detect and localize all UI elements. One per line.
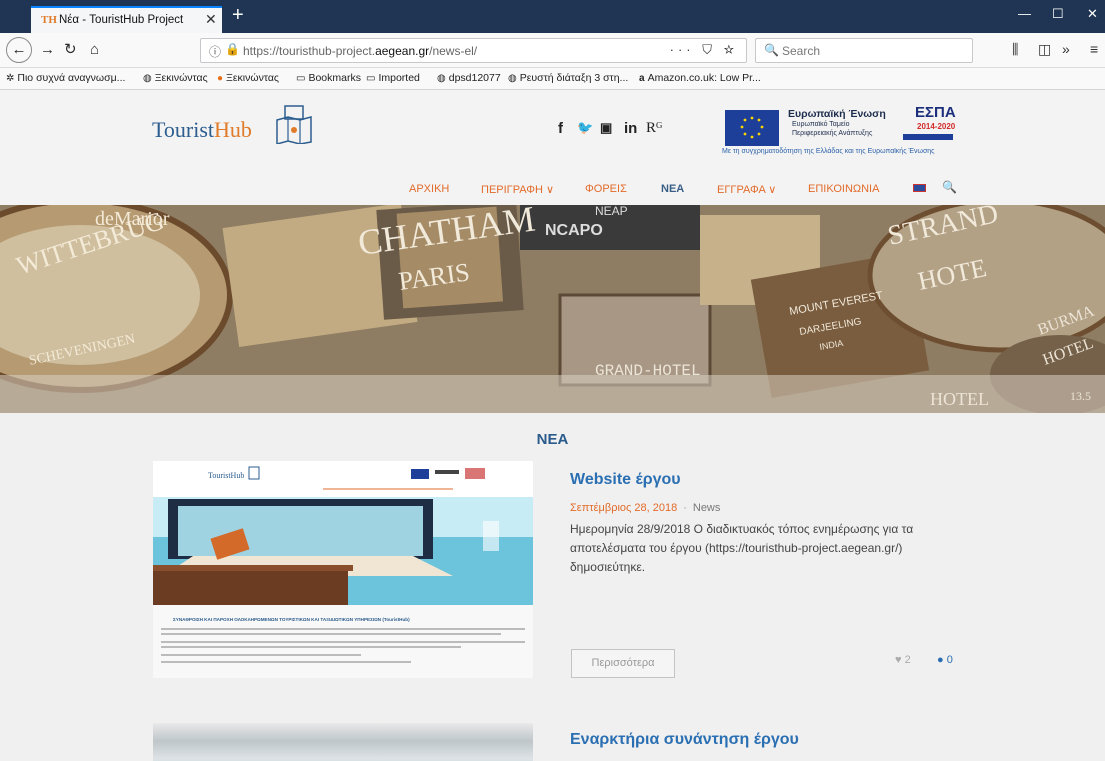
bookmark-most-visited[interactable]: ✲ Πιο συχνά αναγνωσμ... (6, 72, 125, 84)
svg-text:ΣΥΝΑΘΡΟΙΣΗ ΚΑΙ ΠΑΡΟΧΗ ΟΛΟΚΛΗΡΩ: ΣΥΝΑΘΡΟΙΣΗ ΚΑΙ ΠΑΡΟΧΗ ΟΛΟΚΛΗΡΩΜΕΝΩΝ ΤΟΥΡ… (173, 617, 410, 622)
facebook-icon[interactable]: f (558, 120, 563, 137)
sidebar-icon[interactable]: ◫ (1038, 41, 1051, 58)
hamburger-menu-icon[interactable]: ≡ (1090, 41, 1098, 57)
eu-fund-line2: Περιφερειακής Ανάπτυξης (792, 130, 873, 137)
minimize-icon[interactable]: — (1018, 6, 1031, 21)
hero-sign-number: 13.5 (1070, 389, 1091, 403)
eu-fund-line1: Ευρωπαϊκό Ταμείο (792, 121, 850, 128)
page-actions-icon[interactable]: ··· ⛉ ☆ (670, 42, 738, 58)
gear-icon: ✲ (6, 73, 15, 84)
espa-logo: ΕΣΠΑ (915, 104, 956, 121)
comment-icon: ● (937, 654, 944, 666)
bookmark-dpsd12077[interactable]: ◍ dpsd12077 (437, 72, 501, 84)
read-more-button[interactable]: Περισσότερα (571, 649, 675, 678)
researchgate-icon[interactable]: Rᴳ (646, 120, 663, 137)
globe-icon: ◍ (437, 73, 446, 84)
tab-title: Νέα - TouristHub Project (59, 14, 184, 26)
info-icon[interactable]: ⓘ (209, 43, 221, 60)
bookmark-amazon[interactable]: a Amazon.co.uk: Low Pr... (639, 72, 761, 84)
forward-button[interactable]: → (40, 39, 55, 61)
folder-icon: ▭ (366, 73, 376, 84)
bookmark-folder-bookmarks[interactable]: ▭ Bookmarks (296, 72, 361, 84)
site-header: TouristHub f 🐦 ▣ in Rᴳ Ευρωπαϊκή Ένωση Ε… (0, 90, 1105, 205)
navigation-toolbar: ← → ↻ ⌂ ⓘ 🔒 https://touristhub-project.a… (0, 33, 1105, 68)
meta-separator: · (683, 502, 687, 514)
back-button[interactable]: ← (6, 37, 32, 63)
site-search-icon[interactable]: 🔍 (942, 180, 957, 194)
active-tab[interactable]: TH Νέα - TouristHub Project ✕ (31, 6, 222, 33)
likes-counter[interactable]: ♥ 2 (895, 654, 911, 666)
amazon-icon: a (639, 73, 645, 84)
bookmark-getting-started-2[interactable]: ● Ξεκινώντας (217, 72, 279, 84)
hero-sign-hotel: HOTEL (930, 389, 989, 409)
lock-icon: 🔒 (225, 42, 240, 56)
heart-icon: ♥ (895, 654, 902, 666)
url-text[interactable]: https://touristhub-project.aegean.gr/new… (243, 44, 477, 58)
new-tab-button[interactable]: + (232, 4, 244, 26)
bookmark-getting-started-1[interactable]: ◍ Ξεκινώντας (143, 72, 208, 84)
hero-sign-neap: NEAP (595, 205, 628, 218)
website-screenshot-image: TouristHub ΣΥΝΑΘΡΟΙΣΗ ΚΑΙ ΠΑΡΟΧΗ ΟΛΟΚΛΗΡ… (153, 461, 533, 678)
bookmark-folder-imported[interactable]: ▭ Imported (366, 72, 420, 84)
tab-close-icon[interactable]: ✕ (205, 11, 217, 28)
globe-icon: ◍ (143, 73, 152, 84)
library-icon[interactable]: ⫼ (1012, 41, 1018, 58)
firefox-icon: ● (217, 73, 224, 84)
uk-flag-icon[interactable] (913, 184, 926, 192)
folder-icon: ▭ (296, 73, 306, 84)
hero-luggage-labels: CHATHAM PARIS WITTEBRUG deMarior SCHEVEN… (0, 205, 1105, 413)
bookmark-fluid-layout[interactable]: ◍ Ρευστή διάταξη 3 στη... (508, 72, 628, 84)
post-excerpt: Ημερομηνία 28/9/2018 Ο διαδικτυακός τόπο… (570, 522, 914, 574)
menu-description[interactable]: ΠΕΡΙΓΡΑΦΗ ∨ (481, 183, 554, 196)
tab-bar: TH Νέα - TouristHub Project ✕ + — ☐ ✕ (0, 0, 1105, 33)
post-title[interactable]: Website έργου (570, 471, 681, 489)
hero-banner: CHATHAM PARIS WITTEBRUG deMarior SCHEVEN… (0, 205, 1105, 413)
youtube-icon[interactable]: ▣ (600, 120, 612, 136)
post-thumbnail[interactable]: TouristHub ΣΥΝΑΘΡΟΙΣΗ ΚΑΙ ΠΑΡΟΧΗ ΟΛΟΚΛΗΡ… (153, 461, 533, 678)
close-window-icon[interactable]: ✕ (1087, 6, 1098, 22)
tab-favicon-icon: TH (41, 14, 57, 26)
cofunding-text: Με τη συγχρηματοδότηση της Ελλάδας και τ… (722, 148, 935, 155)
map-logo-icon (276, 105, 312, 144)
hero-sign-grandhotel: GRAND-HOTEL (595, 362, 701, 380)
reload-button[interactable]: ↻ (64, 39, 77, 61)
svg-text:TouristHub: TouristHub (208, 471, 244, 480)
address-bar[interactable]: ⓘ 🔒 https://touristhub-project.aegean.gr… (200, 38, 747, 63)
post-meta: Σεπτέμβριος 28, 2018 · News (570, 502, 720, 514)
eu-title: Ευρωπαϊκή Ένωση (788, 108, 886, 120)
home-button[interactable]: ⌂ (90, 39, 99, 61)
site-logo[interactable]: TouristHub (152, 117, 252, 143)
hero-sign-demarior: deMarior (95, 208, 170, 230)
espa-years: 2014-2020 (917, 122, 956, 131)
menu-partners[interactable]: ΦΟΡΕΙΣ (585, 183, 627, 195)
menu-documents[interactable]: ΕΓΓΡΑΦΑ ∨ (717, 183, 776, 196)
post-thumbnail-2[interactable] (153, 723, 533, 761)
web-page: TouristHub f 🐦 ▣ in Rᴳ Ευρωπαϊκή Ένωση Ε… (0, 90, 1105, 761)
comments-counter[interactable]: ● 0 (937, 654, 953, 666)
menu-home[interactable]: ΑΡΧΙΚΗ (409, 183, 449, 195)
menu-contact[interactable]: ΕΠΙΚΟΙΝΩΝΙΑ (808, 183, 879, 195)
post-title-2[interactable]: Εναρκτήρια συνάντηση έργου (570, 731, 799, 749)
browser-window: TH Νέα - TouristHub Project ✕ + — ☐ ✕ ← … (0, 0, 1105, 761)
post-category[interactable]: News (693, 502, 721, 514)
search-icon: 🔍 (764, 43, 779, 57)
news-section-title: ΝΕΑ (536, 431, 569, 448)
eu-flag-icon (725, 110, 779, 146)
maximize-icon[interactable]: ☐ (1052, 6, 1064, 22)
bookmarks-toolbar: ✲ Πιο συχνά αναγνωσμ... ◍ Ξεκινώντας ● Ξεκι… (0, 68, 1105, 90)
twitter-icon[interactable]: 🐦 (577, 120, 593, 136)
linkedin-icon[interactable]: in (624, 120, 637, 137)
search-bar[interactable]: 🔍 Search (755, 38, 973, 63)
overflow-menu-icon[interactable]: » (1062, 41, 1070, 57)
globe-icon: ◍ (508, 73, 517, 84)
post-date[interactable]: Σεπτέμβριος 28, 2018 (570, 502, 677, 514)
search-placeholder: Search (782, 44, 821, 58)
espa-bar (903, 134, 953, 140)
hero-sign-ncapo: NCAPO (545, 222, 603, 239)
menu-news[interactable]: ΝΕΑ (661, 183, 684, 195)
